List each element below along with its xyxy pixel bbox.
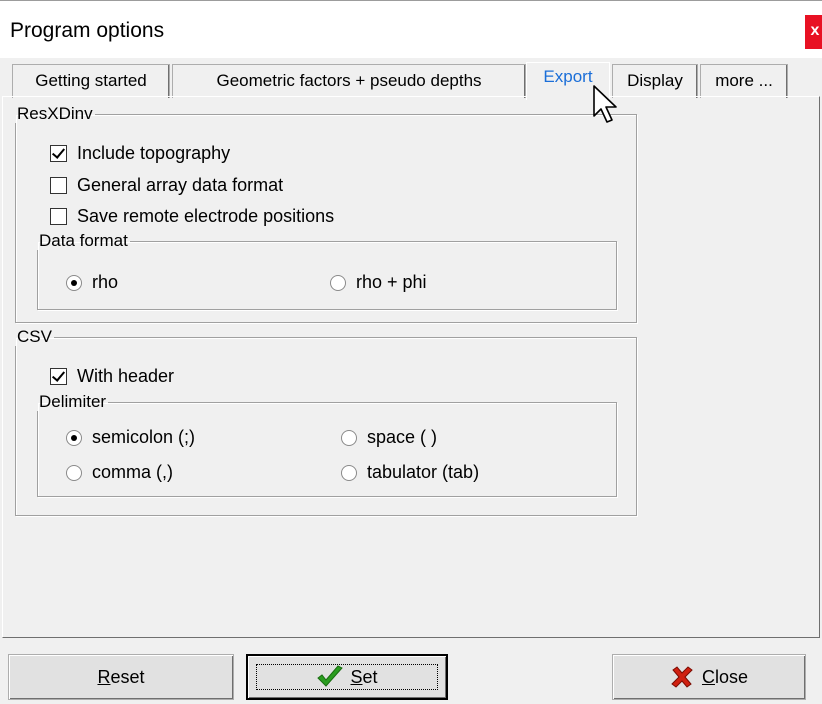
save-remote-checkbox[interactable]: Save remote electrode positions <box>50 206 334 227</box>
data-format-group: Data format <box>37 232 617 310</box>
delimiter-space-radio[interactable]: space ( ) <box>341 427 437 448</box>
tab-getting-started[interactable]: Getting started <box>12 64 170 98</box>
delimiter-semicolon-radio[interactable]: semicolon (;) <box>66 427 195 448</box>
tab-display[interactable]: Display <box>612 64 698 98</box>
radio-label: space ( ) <box>367 427 438 447</box>
title-bar: Program options x <box>0 0 822 58</box>
radio-label: comma (,) <box>92 462 173 482</box>
radio-label: rho + phi <box>356 272 427 292</box>
delimiter-legend: Delimiter <box>39 392 107 411</box>
radio-button[interactable] <box>330 274 346 291</box>
resxdinv-legend: ResXDinv <box>17 104 93 123</box>
include-topography-checkbox[interactable]: Include topography <box>50 143 230 164</box>
mouse-cursor-icon <box>593 85 617 123</box>
radio-label: tabulator (tab) <box>367 462 480 482</box>
radio-button[interactable] <box>66 274 82 291</box>
radio-label: rho <box>92 272 119 292</box>
tab-strip: Getting started Geometric factors + pseu… <box>0 62 822 100</box>
radio-label: semicolon (;) <box>92 427 196 447</box>
window-title: Program options <box>10 19 165 42</box>
close-button-label: Close <box>701 666 749 687</box>
checkbox-box[interactable] <box>50 177 67 194</box>
delimiter-comma-radio[interactable]: comma (,) <box>66 462 173 483</box>
checkbox-box[interactable] <box>50 368 67 385</box>
checkbox-box[interactable] <box>50 145 67 162</box>
save-remote-label: Save remote electrode positions <box>77 206 335 226</box>
reset-button[interactable]: Reset <box>8 654 234 700</box>
set-button[interactable]: Set <box>246 654 448 700</box>
data-format-legend: Data format <box>39 231 128 250</box>
close-button[interactable]: Close <box>612 654 806 700</box>
reset-button-label: Reset <box>97 666 145 687</box>
close-window-button[interactable]: x <box>805 15 822 49</box>
radio-button[interactable] <box>66 429 82 446</box>
radio-button[interactable] <box>66 464 82 481</box>
with-header-label: With header <box>77 366 175 386</box>
red-x-icon <box>671 666 693 688</box>
radio-button[interactable] <box>341 464 357 481</box>
focus-rectangle <box>256 664 438 690</box>
general-array-label: General array data format <box>77 175 284 195</box>
delimiter-tab-radio[interactable]: tabulator (tab) <box>341 462 479 483</box>
with-header-checkbox[interactable]: With header <box>50 366 174 387</box>
tab-more[interactable]: more ... <box>700 64 788 98</box>
data-format-rho-phi-radio[interactable]: rho + phi <box>330 272 427 293</box>
tab-geometric-factors[interactable]: Geometric factors + pseudo depths <box>172 64 526 98</box>
csv-legend: CSV <box>17 327 52 346</box>
checkbox-box[interactable] <box>50 208 67 225</box>
radio-button[interactable] <box>341 429 357 446</box>
data-format-rho-radio[interactable]: rho <box>66 272 118 293</box>
include-topography-label: Include topography <box>77 143 231 163</box>
general-array-checkbox[interactable]: General array data format <box>50 175 283 196</box>
